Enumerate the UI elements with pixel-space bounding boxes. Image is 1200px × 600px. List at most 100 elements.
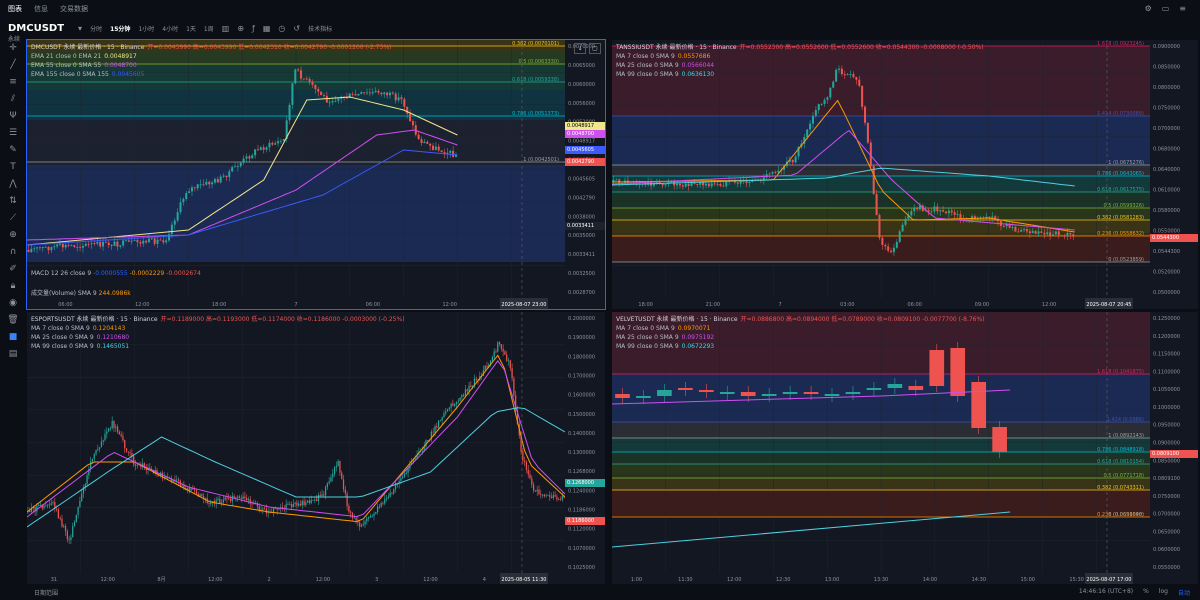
candle-body	[366, 92, 369, 94]
macd-label[interactable]: MACD 12 26 close 9	[31, 270, 91, 277]
ma-label[interactable]: MA 25 close 0 SMA 9	[31, 334, 94, 341]
candle-body	[125, 448, 128, 452]
tf-15m[interactable]: 15分钟	[110, 24, 130, 33]
candle-body	[527, 469, 529, 475]
lock-icon[interactable]: 🔒︎	[11, 282, 16, 291]
log-scale-button[interactable]: log	[1159, 588, 1168, 597]
fib-icon[interactable]: ☰	[9, 129, 17, 138]
candle-body	[75, 514, 77, 523]
template-icon[interactable]: ▦	[263, 24, 271, 33]
maximize-icon[interactable]: ▢	[589, 43, 601, 54]
candle-body	[244, 496, 246, 499]
candle-body	[475, 378, 477, 381]
tf-1w[interactable]: 1周	[204, 24, 214, 33]
tf-1d[interactable]: 1天	[186, 24, 196, 33]
tf-4h[interactable]: 4小时	[162, 24, 178, 33]
candle-body	[366, 518, 368, 522]
chart-canvas[interactable]: 1.618 (0.1041875) 1.414 (0.0986) 1 (0.0892…	[612, 312, 1198, 584]
candle-body	[350, 511, 352, 513]
pitchfork-icon[interactable]: Ψ	[9, 112, 16, 121]
candle-body	[355, 517, 357, 521]
volume-label[interactable]: 成交量(Volume) SMA 9	[31, 290, 97, 297]
candle-body	[806, 129, 809, 138]
ma-label[interactable]: MA 7 close 0 SMA 9	[616, 53, 675, 60]
ruler-icon[interactable]: ⟋	[10, 214, 16, 223]
ma-label[interactable]: EMA 21 close 0 EMA 21	[31, 53, 101, 60]
candle-body	[285, 504, 287, 509]
candle-body	[332, 473, 334, 478]
ma-label[interactable]: MA 7 close 0 SMA 9	[616, 325, 675, 332]
fx-icon[interactable]: ƒ	[252, 24, 255, 33]
candle-body	[375, 512, 377, 514]
price-tag-label: 0.0048700	[567, 131, 595, 137]
pane-title[interactable]: VELVETUSDT 永续 最新价格 · 15 · Binance	[616, 316, 738, 323]
time-tick: 12:00	[727, 577, 741, 583]
date-range-button[interactable]: 日期范围	[34, 588, 58, 597]
percent-scale-button[interactable]: %	[1143, 588, 1149, 597]
alert-icon[interactable]: ◷	[278, 24, 285, 33]
ma-label[interactable]: MA 99 close 0 SMA 9	[616, 343, 679, 350]
chart-pane-esportsusdt[interactable]: 0.2000000 0.1900000 0.1800000 0.1700000 0.16…	[27, 312, 605, 584]
ma-label[interactable]: MA 25 close 0 SMA 9	[616, 334, 679, 341]
indicators-button[interactable]: 技术指标	[308, 24, 332, 33]
tab-info[interactable]: 信息	[34, 4, 48, 14]
ma-label[interactable]: MA 99 close 0 SMA 9	[31, 343, 94, 350]
price-tick: 0.0038000	[568, 214, 595, 220]
ma-label[interactable]: MA 99 close 0 SMA 9	[616, 71, 679, 78]
candle-body	[33, 248, 36, 250]
price-tick: 0.0750000	[1153, 106, 1180, 112]
price-tick: 0.0032500	[568, 271, 595, 277]
pane-title[interactable]: ESPORTSUSDT 永续 最新价格 · 15 · Binance	[31, 316, 158, 323]
eye-icon[interactable]: ◉	[9, 299, 17, 308]
chart-canvas[interactable]: 1.618 (0.0923245) 1.414 (0.0730089) 1 (0.0…	[612, 40, 1198, 309]
candle-body	[556, 496, 558, 500]
ma-label[interactable]: EMA 55 close 0 SMA 55	[31, 62, 101, 69]
text-icon[interactable]: T	[10, 163, 16, 172]
sync-icon[interactable]: ■	[9, 333, 18, 342]
magnet-icon[interactable]: ∩	[10, 248, 17, 257]
menu-icon[interactable]: ≡	[1179, 4, 1186, 13]
candle-body	[1069, 232, 1072, 235]
chart-pane-velvetusdt[interactable]: 1.618 (0.1041875) 1.414 (0.0986) 1 (0.0892…	[612, 312, 1198, 584]
crosshair-icon[interactable]: ✛	[9, 44, 17, 53]
arrow-icon[interactable]: ⇅	[9, 197, 17, 206]
object-tree-icon[interactable]: ▤	[9, 350, 18, 359]
candle-body	[461, 395, 463, 398]
time-tick: 21:00	[706, 302, 720, 308]
layout-icon[interactable]: ▭	[1162, 4, 1170, 13]
candle-body	[156, 239, 159, 244]
chart-canvas[interactable]: 0.382 (0.0070101) 0.5 (0.0063330) 0.618 (0…	[27, 40, 605, 309]
ma-value: 0.0045605	[111, 71, 145, 78]
pane-title[interactable]: DMCUSDT 永续 最新价格 · 15 · Binance	[31, 44, 144, 51]
chart-type-icon[interactable]: ▥	[222, 24, 230, 33]
tab-chart[interactable]: 图表	[8, 4, 22, 14]
horizontal-line-icon[interactable]: ≡	[9, 78, 17, 87]
brush-icon[interactable]: ✎	[9, 146, 17, 155]
tab-trade-data[interactable]: 交易数据	[60, 4, 88, 14]
ma-label[interactable]: EMA 155 close 0 SMA 155	[31, 71, 109, 78]
chart-pane-dmcusdt[interactable]: 0.382 (0.0070101) 0.5 (0.0063330) 0.618 (0…	[26, 39, 606, 310]
download-icon[interactable]: ↓	[574, 43, 586, 54]
auto-scale-button[interactable]: 自动	[1178, 588, 1190, 597]
compare-icon[interactable]: ⊕	[237, 24, 244, 33]
tf-line[interactable]: 分时	[90, 24, 102, 33]
candle-body	[559, 499, 562, 501]
chart-pane-tanssiusdt[interactable]: 1.618 (0.0923245) 1.414 (0.0730089) 1 (0.0…	[612, 40, 1198, 309]
pane-title[interactable]: TANSSIUSDT 永续 最新价格 · 15 · Binance	[616, 44, 737, 51]
trash-icon[interactable]: 🗑︎	[7, 316, 18, 325]
candle-body	[745, 181, 748, 184]
pencil-lock-icon[interactable]: ✐	[9, 265, 17, 274]
symbol-selector[interactable]: DMCUSDT	[8, 23, 64, 34]
tf-1h[interactable]: 1小时	[138, 24, 154, 33]
chevron-down-icon[interactable]: ▾	[78, 24, 82, 33]
ma-label[interactable]: MA 7 close 0 SMA 9	[31, 325, 90, 332]
ma-label[interactable]: MA 25 close 0 SMA 9	[616, 62, 679, 69]
settings-icon[interactable]: ⚙	[1145, 4, 1152, 13]
candle-body	[55, 508, 58, 510]
trendline-icon[interactable]: ╱	[10, 61, 15, 70]
chart-canvas[interactable]: 0.2000000 0.1900000 0.1800000 0.1700000 0.16…	[27, 312, 605, 584]
zoom-icon[interactable]: ⊕	[9, 231, 17, 240]
pattern-icon[interactable]: ⋀	[9, 180, 16, 189]
channel-icon[interactable]: ⫽	[11, 95, 15, 104]
replay-icon[interactable]: ↺	[293, 24, 300, 33]
